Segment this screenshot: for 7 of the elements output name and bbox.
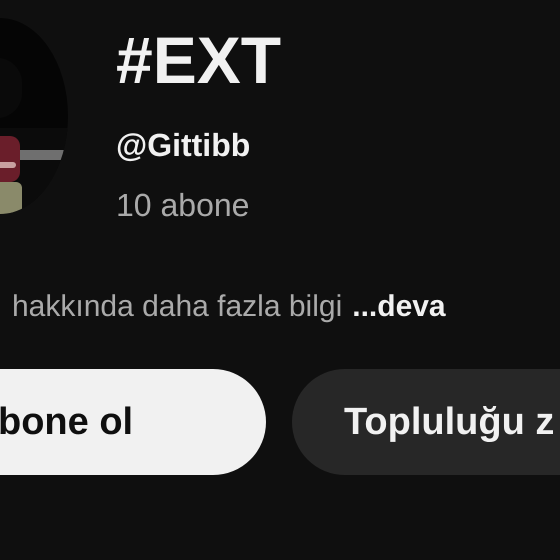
community-button[interactable]: Topluluğu z <box>292 369 560 475</box>
subscribe-button[interactable]: bone ol <box>0 369 266 475</box>
more-link[interactable]: ...deva <box>352 287 446 327</box>
channel-name: #EXT <box>116 22 282 98</box>
subscriber-count: 10 abone <box>116 186 250 225</box>
channel-handle: @Gittibb <box>116 126 252 165</box>
channel-description: hakkında daha fazla bilgi <box>12 289 342 325</box>
